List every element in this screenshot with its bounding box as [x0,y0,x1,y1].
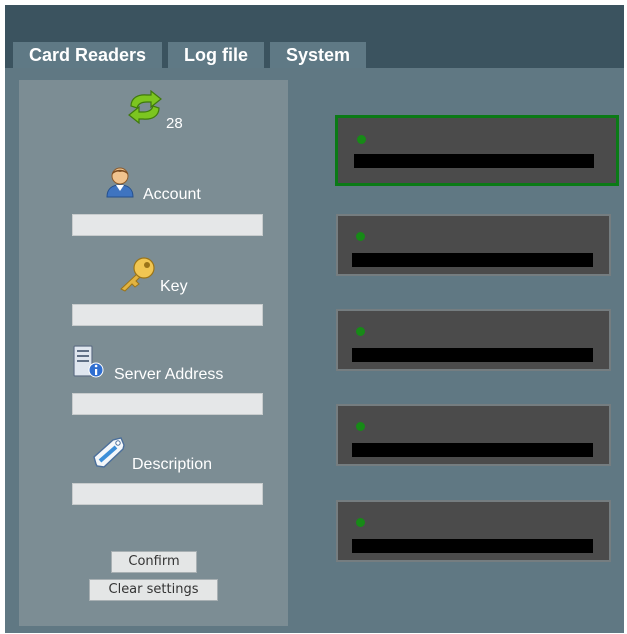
card-reader-slot-2[interactable] [336,214,611,276]
card-reader-slot-1[interactable] [335,115,619,186]
card-reader-slot-4[interactable] [336,404,611,466]
card-reader-slot-3[interactable] [336,309,611,371]
tab-log-file[interactable]: Log file [168,42,264,68]
app-window: Card Readers Log file System 28 Account … [5,5,624,633]
key-label: Key [160,278,188,295]
tab-card-readers[interactable]: Card Readers [13,42,162,68]
refresh-count: 28 [166,115,183,132]
settings-panel: 28 Account Key Server Address Descriptio… [19,80,288,626]
status-indicator [356,327,365,336]
status-indicator [357,135,366,144]
status-indicator [356,232,365,241]
tag-icon [93,437,125,468]
key-field[interactable] [72,304,263,326]
reader-info-bar [352,539,593,553]
server-address-label: Server Address [114,366,224,383]
reader-info-bar [352,348,593,362]
description-field[interactable] [72,483,263,505]
reader-info-bar [354,154,594,168]
confirm-button[interactable]: Confirm [111,551,197,573]
tab-system[interactable]: System [270,42,366,68]
account-label: Account [143,186,201,203]
refresh-icon[interactable] [125,90,165,124]
clear-settings-button[interactable]: Clear settings [89,579,218,601]
card-reader-slot-5[interactable] [336,500,611,562]
reader-info-bar [352,443,593,457]
status-indicator [356,518,365,527]
account-field[interactable] [72,214,263,236]
user-icon [106,167,134,198]
server-info-icon [73,345,104,378]
server-address-field[interactable] [72,393,263,415]
reader-info-bar [352,253,593,267]
key-icon [120,257,155,292]
description-label: Description [132,456,213,473]
status-indicator [356,422,365,431]
